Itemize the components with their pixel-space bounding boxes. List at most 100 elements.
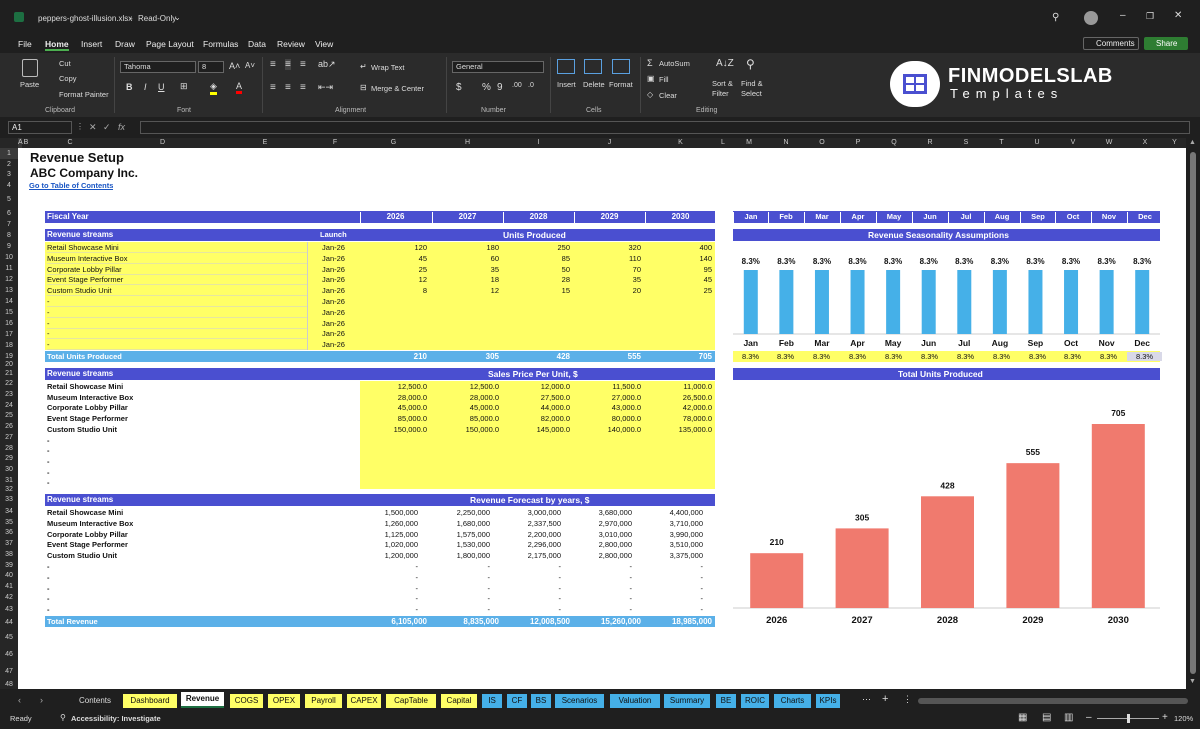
page-layout-view-icon[interactable]: ▤	[1042, 712, 1051, 723]
tab-opex[interactable]: OPEX	[268, 694, 300, 708]
wrap-text-button[interactable]: Wrap Text	[371, 63, 405, 72]
tab-be[interactable]: BE	[716, 694, 736, 708]
price-cell[interactable]: 44,000.0	[503, 402, 570, 413]
insert-button[interactable]: Insert	[557, 80, 576, 89]
zoom-slider-thumb[interactable]	[1127, 714, 1130, 723]
seasonality-pct-cell[interactable]: 8.3%	[804, 352, 839, 361]
row-header[interactable]: 33	[0, 494, 18, 506]
zoom-out-icon[interactable]: –	[1086, 712, 1092, 723]
price-cell[interactable]: 150,000.0	[432, 424, 499, 435]
find-select-icon[interactable]: ⚲	[746, 57, 755, 71]
menu-view[interactable]: View	[315, 39, 333, 49]
row-header[interactable]: 4	[0, 180, 18, 191]
align-top-icon[interactable]: ≡	[270, 59, 276, 70]
price-cell[interactable]: 45,000.0	[432, 402, 499, 413]
row-header[interactable]: 25	[0, 411, 18, 421]
autosum-icon[interactable]: Σ	[647, 58, 653, 68]
bold-icon[interactable]: B	[126, 82, 133, 92]
units-cell[interactable]: 18	[432, 274, 499, 285]
units-cell[interactable]	[574, 307, 641, 318]
tab-roic[interactable]: ROIC	[741, 694, 769, 708]
column-header[interactable]: G	[355, 138, 432, 148]
units-cell[interactable]	[645, 296, 712, 307]
price-cell[interactable]: 11,000.0	[645, 381, 712, 392]
read-only-label[interactable]: Read-Only	[138, 14, 176, 23]
column-header[interactable]: C	[30, 138, 110, 148]
menu-review[interactable]: Review	[277, 39, 305, 49]
worksheet[interactable]: Revenue Setup ABC Company Inc. Go to Tab…	[18, 148, 1186, 689]
row-header[interactable]: 38	[0, 549, 18, 560]
price-cell[interactable]: 150,000.0	[360, 424, 427, 435]
increase-font-icon[interactable]: A˄	[229, 61, 240, 71]
units-cell[interactable]: 320	[574, 242, 641, 253]
share-button[interactable]: Share	[1144, 37, 1188, 50]
seasonality-pct-cell[interactable]: 8.3%	[1020, 352, 1055, 361]
price-cell[interactable]	[574, 467, 641, 478]
units-cell[interactable]: 25	[360, 264, 427, 275]
format-cells-icon[interactable]	[612, 59, 630, 74]
tab-scenarios[interactable]: Scenarios	[555, 694, 604, 708]
price-cell[interactable]: 82,000.0	[503, 413, 570, 424]
tab-revenue[interactable]: Revenue	[181, 692, 224, 708]
units-cell[interactable]: 12	[360, 274, 427, 285]
currency-icon[interactable]: $	[456, 82, 462, 93]
format-painter-button[interactable]: Format Painter	[59, 90, 109, 99]
font-size-select[interactable]: 8	[198, 61, 224, 73]
zoom-in-icon[interactable]: +	[1162, 712, 1168, 723]
row-header[interactable]: 30	[0, 464, 18, 475]
units-cell[interactable]: 25	[645, 285, 712, 296]
avatar[interactable]	[1084, 11, 1098, 25]
tab-dashboard[interactable]: Dashboard	[123, 694, 177, 708]
fill-icon[interactable]: ▣	[647, 74, 655, 83]
price-cell[interactable]: 80,000.0	[574, 413, 641, 424]
row-header[interactable]: 18	[0, 340, 18, 351]
column-header[interactable]: L	[716, 138, 730, 148]
price-cell[interactable]	[360, 467, 427, 478]
cancel-icon[interactable]: ✕	[89, 122, 97, 133]
row-header[interactable]: 26	[0, 421, 18, 432]
price-cell[interactable]	[574, 435, 641, 446]
borders-icon[interactable]: ⊞	[180, 81, 188, 92]
row-header[interactable]: 44	[0, 616, 18, 629]
fill-color-icon[interactable]: ◈	[210, 81, 217, 95]
row-header[interactable]: 21	[0, 368, 18, 379]
column-header[interactable]: J	[574, 138, 645, 148]
menu-draw[interactable]: Draw	[115, 39, 135, 49]
launch-date[interactable]: Jan-26	[307, 274, 359, 286]
row-header[interactable]: 34	[0, 506, 18, 517]
row-header[interactable]: 48	[0, 680, 18, 689]
row-header[interactable]: 13	[0, 285, 18, 296]
format-button[interactable]: Format	[609, 80, 633, 89]
formula-input[interactable]	[140, 121, 1190, 134]
price-cell[interactable]: 78,000.0	[645, 413, 712, 424]
price-cell[interactable]	[574, 456, 641, 467]
column-header[interactable]: W	[1091, 138, 1127, 148]
price-cell[interactable]: 28,000.0	[432, 392, 499, 403]
price-cell[interactable]	[432, 445, 499, 456]
row-header[interactable]: 32	[0, 486, 18, 494]
units-cell[interactable]: 60	[432, 253, 499, 264]
units-cell[interactable]: 400	[645, 242, 712, 253]
accessibility-status[interactable]: Accessibility: Investigate	[71, 714, 161, 723]
tab-summary[interactable]: Summary	[664, 694, 710, 708]
units-cell[interactable]: 180	[432, 242, 499, 253]
sort-filter-icon[interactable]: A↓Z	[716, 58, 734, 69]
row-header[interactable]: 12	[0, 274, 18, 285]
tab-kpis[interactable]: KPIs	[816, 694, 840, 708]
seasonality-pct-cell[interactable]: 8.3%	[948, 352, 983, 361]
enter-icon[interactable]: ✓	[103, 122, 111, 133]
column-header[interactable]: D	[110, 138, 215, 148]
comma-icon[interactable]: 9	[497, 82, 503, 93]
row-header[interactable]: 46	[0, 646, 18, 663]
menu-home[interactable]: Home	[45, 39, 69, 51]
units-cell[interactable]	[645, 328, 712, 339]
price-cell[interactable]	[503, 456, 570, 467]
sort-filter-button[interactable]: Sort & Filter	[712, 79, 733, 99]
row-header[interactable]: 45	[0, 629, 18, 646]
horizontal-scrollbar[interactable]	[918, 698, 1188, 704]
row-header[interactable]: 11	[0, 263, 18, 274]
launch-date[interactable]: Jan-26	[307, 252, 359, 264]
tab-valuation[interactable]: Valuation	[610, 694, 660, 708]
row-header[interactable]: 14	[0, 296, 18, 307]
row-header[interactable]: 3	[0, 170, 18, 180]
